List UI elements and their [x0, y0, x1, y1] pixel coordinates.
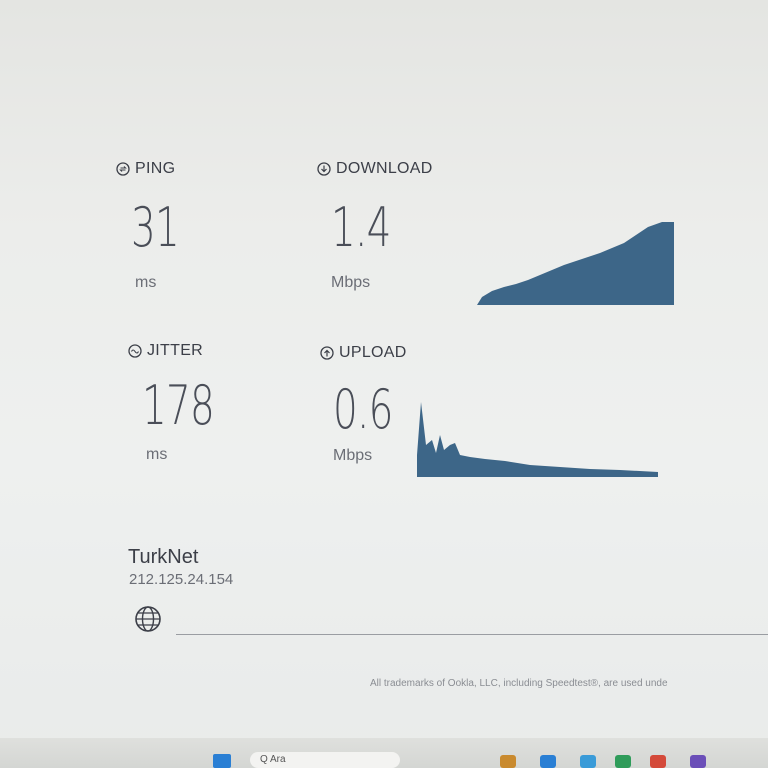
upload-value: 0.6	[333, 378, 393, 441]
ping-value: 31	[131, 196, 180, 259]
upload-label: UPLOAD	[320, 344, 407, 362]
ping-label: PING	[116, 160, 175, 178]
windows-start-icon[interactable]	[213, 754, 231, 768]
download-label: DOWNLOAD	[317, 160, 433, 178]
jitter-label: JITTER	[128, 342, 203, 360]
taskbar-search-text: Q Ara	[260, 754, 286, 765]
download-graph-area	[477, 222, 674, 305]
store-icon[interactable]	[580, 755, 596, 768]
file-explorer-icon[interactable]	[500, 755, 516, 768]
download-unit: Mbps	[331, 274, 371, 291]
jitter-value: 178	[142, 374, 215, 437]
ping-icon	[116, 162, 130, 176]
upload-arrow-icon	[320, 346, 334, 360]
upload-unit: Mbps	[333, 447, 373, 464]
ping-unit: ms	[135, 274, 157, 291]
upload-graph	[417, 402, 658, 477]
download-arrow-icon	[317, 162, 331, 176]
chrome-icon[interactable]	[615, 755, 631, 768]
globe-icon[interactable]	[133, 604, 163, 634]
download-graph	[477, 222, 674, 305]
taskbar-search-box[interactable]: Q Ara	[250, 752, 400, 768]
download-value: 1.4	[331, 196, 391, 259]
taskbar: Q Ara	[0, 738, 768, 768]
app-icon[interactable]	[650, 755, 666, 768]
upload-graph-area	[417, 402, 658, 477]
app-icon-2[interactable]	[690, 755, 706, 768]
isp-ip: 212.125.24.154	[129, 571, 234, 588]
trademark-footer: All trademarks of Ookla, LLC, including …	[370, 678, 668, 689]
isp-name: TurkNet	[128, 546, 199, 568]
divider	[176, 634, 768, 635]
jitter-icon	[128, 344, 142, 358]
jitter-unit: ms	[146, 446, 168, 463]
edge-icon[interactable]	[540, 755, 556, 768]
